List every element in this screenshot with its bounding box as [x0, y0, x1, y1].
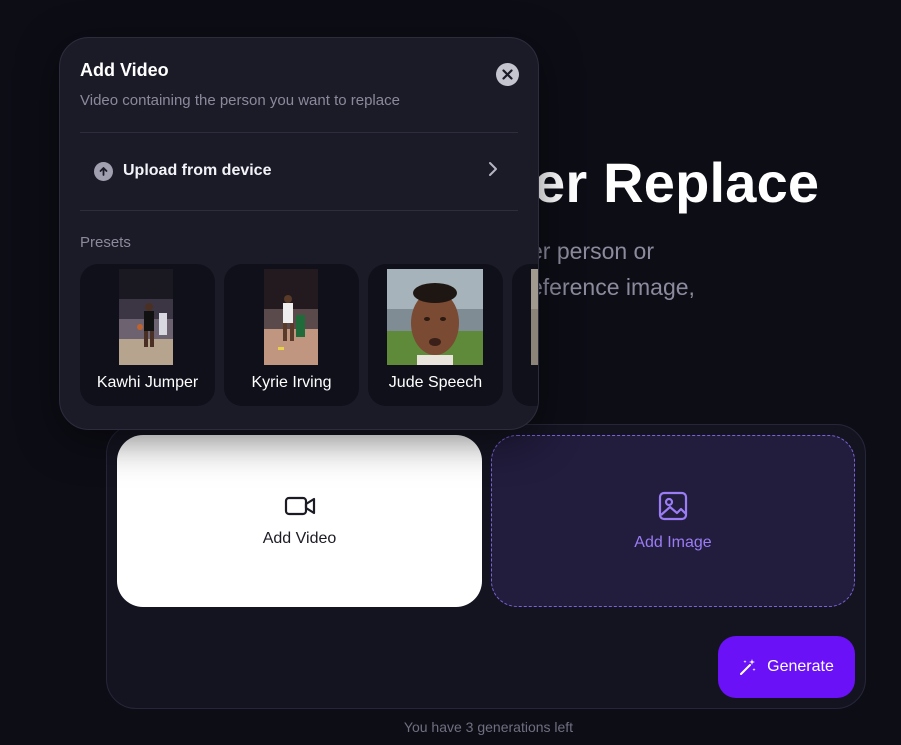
add-video-button[interactable]: Add Video [117, 435, 482, 607]
close-button[interactable] [496, 63, 519, 86]
presets-label: Presets [80, 234, 131, 251]
popup-title: Add Video [80, 60, 169, 80]
upload-label: Upload from device [123, 162, 272, 179]
upload-from-device-button[interactable]: Upload from device [80, 133, 518, 209]
chevron-right-icon [489, 162, 497, 176]
preset-thumbnail [387, 269, 483, 365]
add-video-popup: Add Video Video containing the person yo… [59, 37, 539, 430]
preset-thumbnail [119, 269, 173, 365]
hero-subtitle-line: eference image, [530, 274, 695, 300]
generate-label: Generate [767, 658, 834, 675]
preset-name: Jude Speech [388, 374, 483, 391]
image-icon [658, 491, 688, 521]
close-icon [502, 69, 513, 80]
presets-list: Kawhi Jumper Kyrie Irving Jude Speech [80, 264, 538, 406]
generate-button[interactable]: Generate [718, 636, 855, 698]
preset-card-kyrie-irving[interactable]: Kyrie Irving [224, 264, 359, 406]
preset-card-jude-speech[interactable]: Jude Speech [368, 264, 503, 406]
add-image-button[interactable]: Add Image [491, 435, 855, 607]
hero-subtitle: er person or eference image, [530, 233, 695, 305]
preset-card-partial[interactable] [512, 264, 538, 406]
generations-left-text: You have 3 generations left [0, 719, 901, 735]
preset-thumbnail [264, 269, 318, 365]
preset-card-kawhi-jumper[interactable]: Kawhi Jumper [80, 264, 215, 406]
hero-title: er Replace [534, 151, 820, 214]
video-camera-icon [284, 496, 315, 516]
hero-subtitle-line: er person or [530, 238, 655, 264]
upload-icon [94, 161, 113, 181]
generations-left-label: You have 3 generations left [403, 719, 574, 735]
add-video-label: Add Video [262, 530, 337, 547]
preset-thumbnail [531, 269, 538, 365]
magic-wand-icon [740, 659, 756, 675]
preset-name: Kawhi Jumper [96, 374, 199, 391]
preset-name: Kyrie Irving [251, 374, 332, 391]
add-image-label: Add Image [634, 534, 712, 551]
popup-description: Video containing the person you want to … [80, 92, 400, 109]
divider [80, 210, 518, 211]
generator-card: Add Video Add Image Generate [106, 424, 866, 709]
